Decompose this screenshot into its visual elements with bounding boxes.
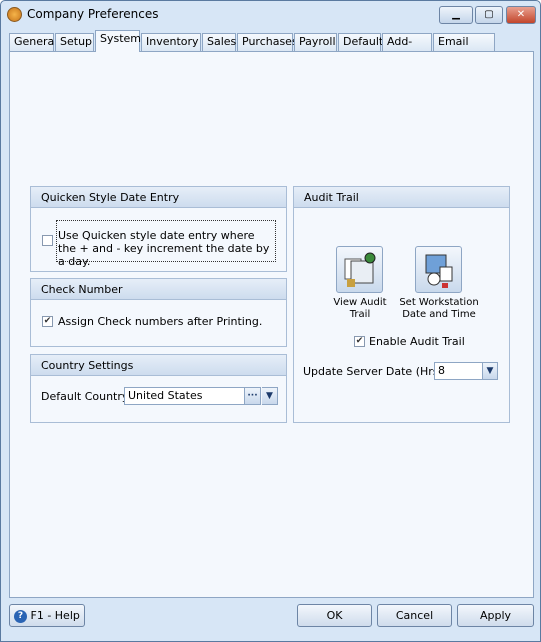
update-server-date-value: 8 (438, 364, 445, 377)
tab-payroll[interactable]: Payroll (294, 33, 337, 51)
audit-trail-group-title: Audit Trail (294, 187, 509, 208)
assign-check-numbers-label: Assign Check numbers after Printing. (58, 315, 263, 328)
audit-trail-group: Audit Trail View Audit Trail Set Worksta… (293, 186, 510, 423)
tab-default[interactable]: Default (338, 33, 383, 51)
view-audit-trail-button[interactable] (336, 246, 383, 293)
audit-book-icon (344, 252, 376, 287)
country-settings-group-title: Country Settings (31, 355, 286, 376)
default-country-value: United States (128, 389, 203, 402)
cancel-button[interactable]: Cancel (377, 604, 452, 627)
chevron-down-icon: ▼ (482, 363, 497, 379)
default-country-label: Default Country (41, 390, 129, 403)
default-country-dropdown[interactable]: ▼ (262, 387, 278, 405)
check-number-group: Check Number ✔ Assign Check numbers afte… (30, 278, 287, 347)
assign-check-numbers-checkbox[interactable]: ✔ (42, 316, 53, 327)
ellipsis-button[interactable]: ··· (244, 388, 260, 404)
close-button[interactable]: ✕ (506, 6, 536, 24)
set-workstation-date-label[interactable]: Set Workstation Date and Time (398, 297, 480, 321)
tab-system[interactable]: System (95, 30, 141, 52)
chevron-down-icon: ▼ (262, 388, 277, 404)
company-preferences-window: Company Preferences ▁ ▢ ✕ General Setup … (0, 0, 541, 642)
update-server-date-select[interactable]: 8 ▼ (434, 362, 498, 380)
apply-button[interactable]: Apply (457, 604, 534, 627)
window-title: Company Preferences (27, 7, 159, 21)
app-icon (7, 7, 22, 22)
enable-audit-trail-label: Enable Audit Trail (369, 335, 465, 348)
update-server-date-label: Update Server Date (Hrs) (303, 365, 443, 378)
view-audit-trail-label[interactable]: View Audit Trail (330, 297, 390, 321)
quicken-checkbox[interactable] (42, 235, 53, 246)
tab-email-setup[interactable]: Email Setup (433, 33, 495, 64)
minimize-button[interactable]: ▁ (439, 6, 473, 24)
enable-audit-trail-checkbox[interactable]: ✔ (354, 336, 365, 347)
check-number-group-title: Check Number (31, 279, 286, 300)
tab-purchases[interactable]: Purchases (237, 33, 298, 51)
quicken-group-title: Quicken Style Date Entry (31, 187, 286, 208)
default-country-field[interactable]: United States ··· (124, 387, 261, 405)
help-button[interactable]: ? F1 - Help (9, 604, 85, 627)
help-label: F1 - Help (30, 609, 80, 622)
quicken-checkbox-label[interactable]: Use Quicken style date entry where the +… (56, 220, 276, 268)
tab-add-ons[interactable]: Add-Ons (382, 33, 432, 64)
set-workstation-date-button[interactable] (415, 246, 462, 293)
ok-button[interactable]: OK (297, 604, 372, 627)
maximize-button[interactable]: ▢ (475, 6, 503, 24)
help-icon: ? (14, 609, 27, 623)
tab-sales[interactable]: Sales (202, 33, 236, 51)
country-settings-group: Country Settings Default Country United … (30, 354, 287, 423)
workstation-clock-icon (425, 254, 453, 288)
tab-general[interactable]: General (9, 33, 57, 51)
tab-setup[interactable]: Setup (55, 33, 94, 51)
quicken-group: Quicken Style Date Entry Use Quicken sty… (30, 186, 287, 272)
tab-inventory[interactable]: Inventory (141, 33, 201, 51)
